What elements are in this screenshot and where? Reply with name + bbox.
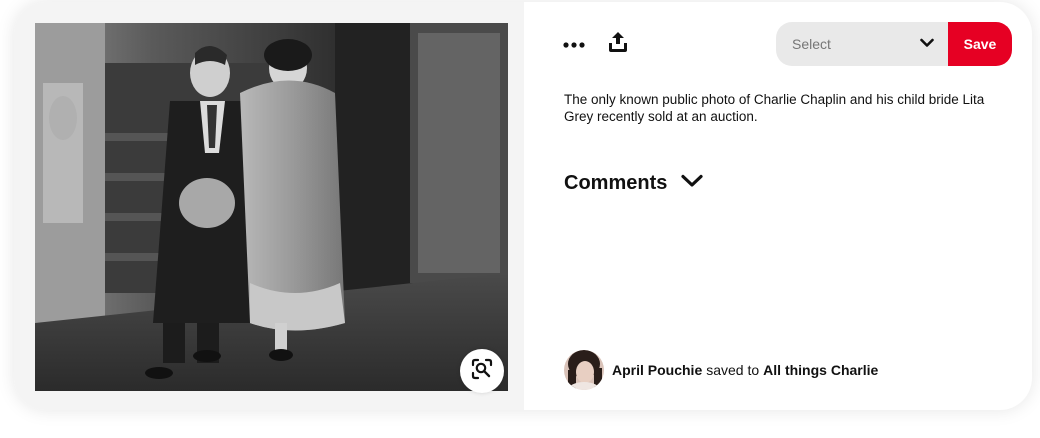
saver-name-link[interactable]: April Pouchie [612,362,702,378]
more-options-button[interactable] [556,26,592,62]
pin-closeup-card: Select Save The only known public photo … [14,2,1032,410]
saved-by-attribution: April Pouchie saved to All things Charli… [564,350,878,390]
share-upload-icon [608,31,628,57]
pin-details-pane: Select Save The only known public photo … [524,2,1032,410]
save-button[interactable]: Save [948,22,1012,66]
board-name-link[interactable]: All things Charlie [763,362,878,378]
board-select-label: Select [792,36,831,52]
comments-toggle[interactable]: Comments [564,172,703,195]
visual-search-icon [471,358,493,385]
share-button[interactable] [600,26,636,62]
avatar[interactable] [564,350,604,390]
chevron-down-icon [681,174,703,193]
pin-media-pane [14,2,524,410]
saved-to-text: saved to [706,362,760,378]
board-select-dropdown[interactable]: Select [776,22,948,66]
comments-title: Comments [564,172,668,194]
chevron-down-icon [920,35,934,53]
pin-description: The only known public photo of Charlie C… [564,92,985,124]
visual-search-button[interactable] [460,349,504,393]
pin-image[interactable] [35,23,508,391]
ellipsis-icon [563,35,585,53]
